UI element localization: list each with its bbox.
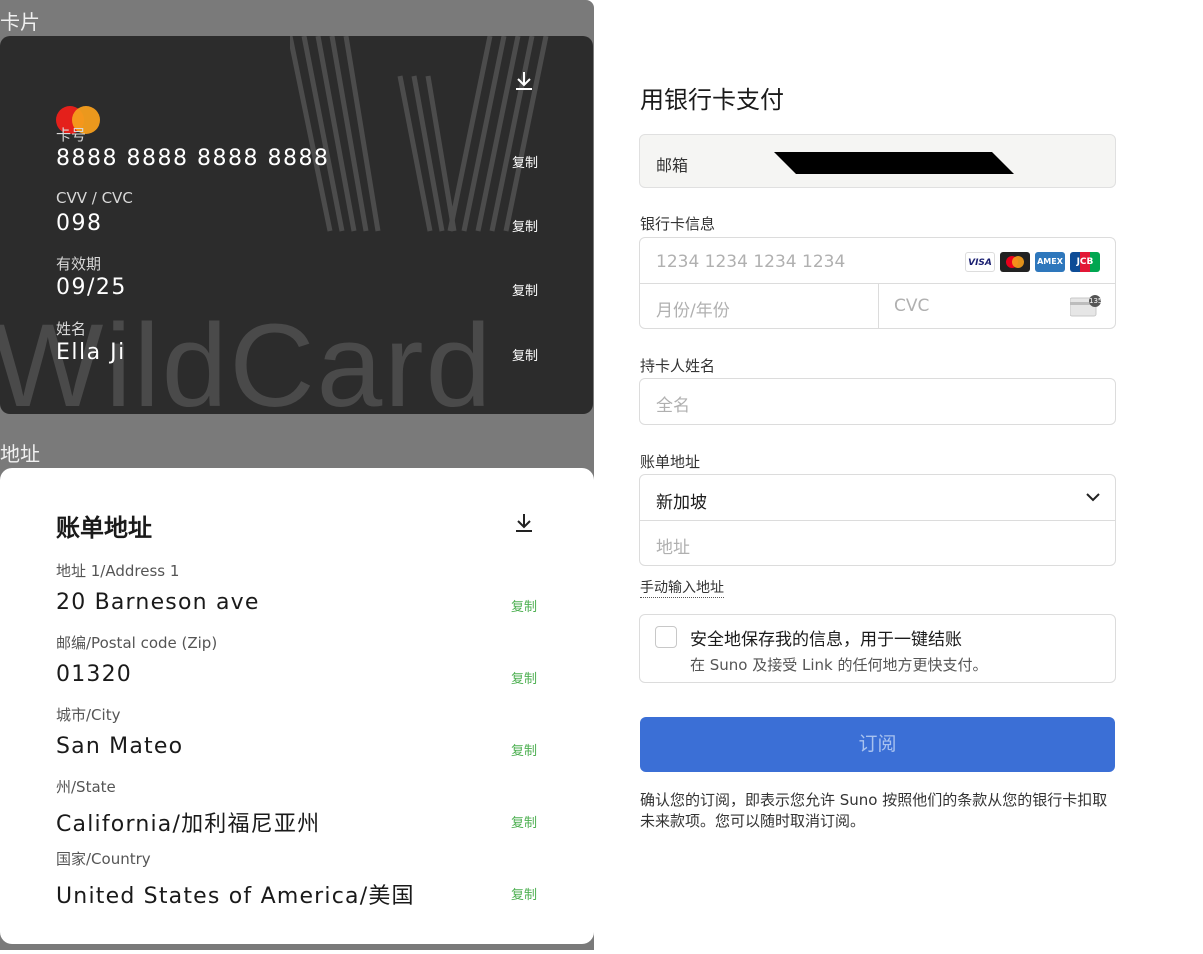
address1-label: 地址 1/Address 1: [56, 562, 180, 580]
card-section-title: 卡片: [0, 10, 40, 34]
save-info-checkbox[interactable]: [655, 626, 677, 648]
virtual-card: WildCard 卡号 8888 8888 8888 8888 复制 CVV /…: [0, 36, 593, 414]
copy-card-number-button[interactable]: 复制: [512, 152, 538, 171]
address-section-title: 地址: [0, 442, 40, 466]
email-label: 邮箱: [656, 156, 689, 175]
card-number-value: 8888 8888 8888 8888: [56, 146, 330, 171]
copy-name-button[interactable]: 复制: [512, 345, 538, 364]
city-value: San Mateo: [56, 734, 184, 759]
subscribe-button[interactable]: 订阅: [640, 717, 1115, 772]
card-stripe-pattern: [290, 36, 549, 232]
state-label: 州/State: [56, 778, 116, 796]
city-label: 城市/City: [56, 706, 121, 724]
zip-label: 邮编/Postal code (Zip): [56, 634, 218, 652]
expiry-input[interactable]: 月份/年份: [656, 296, 730, 321]
cvv-label: CVV / CVC: [56, 189, 133, 207]
visa-icon: VISA: [965, 252, 995, 272]
country-selected-value: 新加坡: [656, 493, 707, 513]
card-info-group: 1234 1234 1234 1234 VISA AMEX JCB 月份/年份 …: [639, 237, 1116, 329]
name-label: 姓名: [56, 320, 87, 338]
manual-address-link[interactable]: 手动输入地址: [640, 577, 724, 598]
cardholder-label: 持卡人姓名: [640, 357, 716, 375]
cardholder-placeholder: 全名: [656, 396, 690, 416]
country-label: 国家/Country: [56, 850, 151, 868]
email-field[interactable]: 邮箱: [639, 134, 1116, 188]
save-info-option: 安全地保存我的信息，用于一键结账 在 Suno 及接受 Link 的任何地方更快…: [639, 614, 1116, 683]
country-value: United States of America/美国: [56, 884, 415, 909]
copy-state-button[interactable]: 复制: [511, 812, 537, 831]
copy-zip-button[interactable]: 复制: [511, 668, 537, 687]
chevron-down-icon: [1086, 493, 1100, 502]
country-select[interactable]: 新加坡: [640, 475, 1115, 520]
name-value: Ella Ji: [56, 340, 126, 365]
save-info-subtitle: 在 Suno 及接受 Link 的任何地方更快支付。: [690, 656, 988, 674]
cvc-input[interactable]: CVC: [894, 296, 929, 316]
download-icon[interactable]: [513, 512, 535, 534]
copy-address1-button[interactable]: 复制: [511, 596, 537, 615]
zip-value: 01320: [56, 662, 132, 687]
billing-address-group: 新加坡 地址: [639, 474, 1116, 566]
billing-address-card: 账单地址 地址 1/Address 1 20 Barneson ave 复制 邮…: [0, 468, 594, 944]
page-title: 用银行卡支付: [640, 86, 784, 114]
cardholder-name-input[interactable]: 全名: [639, 378, 1116, 425]
save-info-title: 安全地保存我的信息，用于一键结账: [690, 630, 962, 650]
card-number-input[interactable]: 1234 1234 1234 1234: [656, 252, 845, 272]
wildcard-panel: 卡片 WildCard 卡号 8888 8888 8888 8888 复制 CV…: [0, 0, 594, 950]
expiry-label: 有效期: [56, 255, 102, 273]
cvc-badge: 135: [1089, 297, 1103, 305]
copy-expiry-button[interactable]: 复制: [512, 280, 538, 299]
copy-country-button[interactable]: 复制: [511, 884, 537, 903]
copy-city-button[interactable]: 复制: [511, 740, 537, 759]
billing-address-title: 账单地址: [56, 514, 152, 542]
copy-cvv-button[interactable]: 复制: [512, 216, 538, 235]
jcb-icon: JCB: [1070, 252, 1100, 272]
address1-value: 20 Barneson ave: [56, 590, 260, 615]
card-number-label: 卡号: [56, 126, 87, 144]
address-input[interactable]: 地址: [656, 533, 690, 558]
state-value: California/加利福尼亚州: [56, 812, 321, 837]
redacted-email: [774, 152, 1014, 174]
billing-address-label: 账单地址: [640, 453, 701, 471]
cvv-value: 098: [56, 211, 103, 236]
card-info-label: 银行卡信息: [640, 215, 716, 233]
mastercard-icon: [1000, 252, 1030, 272]
terms-text: 确认您的订阅，即表示您允许 Suno 按照他们的条款从您的银行卡扣取未来款项。您…: [640, 791, 1108, 830]
expiry-value: 09/25: [56, 275, 127, 300]
amex-icon: AMEX: [1035, 252, 1065, 272]
download-icon[interactable]: [513, 70, 535, 92]
